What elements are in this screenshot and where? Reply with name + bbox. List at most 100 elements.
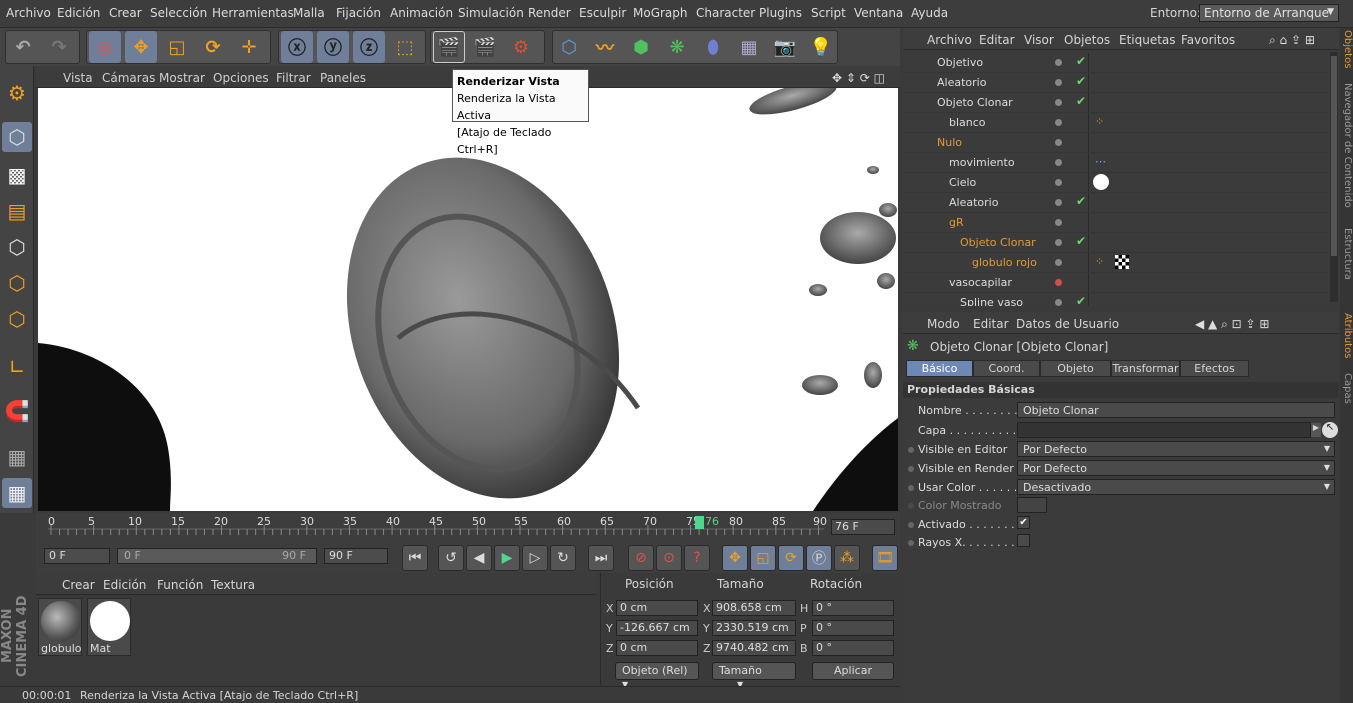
material-menu-crear[interactable]: Crear bbox=[62, 578, 95, 592]
size-z-field[interactable]: 9740.482 cm bbox=[712, 640, 796, 656]
x-axis-icon[interactable]: ⓧ bbox=[281, 31, 313, 63]
z-axis-icon[interactable]: ⓩ bbox=[353, 31, 385, 63]
next-key-icon[interactable]: ↻ bbox=[550, 545, 576, 571]
key-selection-icon[interactable]: ? bbox=[684, 545, 710, 571]
render-view-icon[interactable]: 🎬 bbox=[433, 31, 465, 63]
attribute-menu-datos-usuario[interactable]: Datos de Usuario bbox=[1016, 317, 1119, 331]
tab-coord[interactable]: Coord. bbox=[973, 360, 1040, 377]
name-input[interactable]: Objeto Clonar bbox=[1017, 402, 1335, 418]
object-menu-favoritos[interactable]: Favoritos bbox=[1181, 33, 1235, 47]
material-globulo[interactable]: globulo bbox=[38, 598, 82, 656]
menu-ayuda[interactable]: Ayuda bbox=[911, 6, 948, 20]
menu-herramientas[interactable]: Herramientas bbox=[212, 6, 294, 20]
undo-icon[interactable]: ↶ bbox=[7, 31, 39, 63]
menu-animacion[interactable]: Animación bbox=[390, 6, 453, 20]
pos-x-field[interactable]: 0 cm bbox=[616, 600, 698, 616]
pos-y-field[interactable]: -126.667 cm bbox=[616, 620, 698, 636]
expression-tag-icon[interactable]: ⋯ bbox=[1095, 155, 1106, 168]
object-row[interactable]: Objeto Clonar ✔ bbox=[903, 93, 1328, 113]
render-picture-viewer-icon[interactable]: 🎬 bbox=[469, 31, 501, 63]
menu-mograph[interactable]: MoGraph bbox=[633, 6, 688, 20]
animation-dot[interactable] bbox=[908, 540, 914, 546]
menu-ventana[interactable]: Ventana bbox=[854, 6, 903, 20]
viewport-menu-vista[interactable]: Vista bbox=[63, 71, 93, 85]
frame-range-slider[interactable]: 0 F 90 F bbox=[117, 548, 317, 564]
end-frame-field[interactable]: 90 F bbox=[324, 548, 388, 564]
material-menu-textura[interactable]: Textura bbox=[211, 578, 255, 592]
visibility-dot[interactable] bbox=[1055, 179, 1062, 186]
redo-icon[interactable]: ↷ bbox=[43, 31, 75, 63]
enabled-check-icon[interactable]: ✔ bbox=[1076, 294, 1086, 306]
object-list-scrollbar[interactable] bbox=[1330, 52, 1338, 302]
object-row[interactable]: gR bbox=[903, 213, 1328, 233]
texture-mode-icon[interactable]: ▩ bbox=[2, 160, 32, 190]
axis-mode-icon[interactable]: ∟ bbox=[2, 352, 32, 382]
timeline-window-icon[interactable]: 🎞 bbox=[872, 545, 898, 571]
object-menu-editar[interactable]: Editar bbox=[979, 33, 1015, 47]
object-list[interactable]: Objetivo ✔ Aleatorio ✔ Objeto Clonar ✔ blan… bbox=[903, 53, 1328, 306]
layout-select[interactable]: Entorno de Arranque ▼ bbox=[1199, 4, 1339, 22]
object-manager-search-icon[interactable]: ⌕ ⌂ ⇪ ⊞ bbox=[1269, 33, 1315, 48]
tab-estructura[interactable]: Estructura bbox=[1340, 228, 1353, 288]
make-editable-icon[interactable]: ⚙ bbox=[2, 78, 32, 108]
texture-tag-icon[interactable] bbox=[1115, 255, 1129, 269]
start-frame-field[interactable]: 0 F bbox=[44, 548, 110, 564]
deformer-icon[interactable]: ⬮ bbox=[697, 31, 729, 63]
xray-checkbox[interactable] bbox=[1017, 534, 1030, 547]
spline-icon[interactable]: 〰 bbox=[589, 31, 621, 63]
viewport-menu-opciones[interactable]: Opciones bbox=[213, 71, 269, 85]
floor-icon[interactable]: ▦ bbox=[733, 31, 765, 63]
menu-seleccion[interactable]: Selección bbox=[150, 6, 207, 20]
layer-field[interactable] bbox=[1017, 422, 1311, 438]
viewport-menu-paneles[interactable]: Paneles bbox=[320, 71, 366, 85]
timeline-playhead[interactable] bbox=[695, 516, 704, 529]
play-icon[interactable]: ▶ bbox=[494, 545, 520, 571]
polygons-mode-icon[interactable]: ⬡ bbox=[2, 304, 32, 334]
key-scale-icon[interactable]: ◱ bbox=[750, 545, 776, 571]
scale-icon[interactable]: ◱ bbox=[161, 31, 193, 63]
object-row[interactable]: Cielo bbox=[903, 173, 1328, 193]
viewport-nav-icons[interactable]: ✥ ⇕ ⟳ ◫ bbox=[832, 71, 885, 85]
use-color-select[interactable]: Desactivado ▼ bbox=[1017, 479, 1335, 495]
rot-b-field[interactable]: 0 ° bbox=[812, 640, 894, 656]
visibility-dot[interactable] bbox=[1055, 219, 1062, 226]
timeline[interactable]: 0 5 10 15 20 25 30 35 40 45 50 55 60 65 … bbox=[36, 513, 900, 543]
animation-dot[interactable] bbox=[908, 522, 914, 528]
animation-dot[interactable] bbox=[908, 466, 914, 472]
animation-dot[interactable] bbox=[908, 485, 914, 491]
current-frame-field[interactable]: 76 F bbox=[831, 519, 895, 535]
visibility-dot[interactable] bbox=[1055, 159, 1062, 166]
visible-editor-select[interactable]: Por Defecto ▼ bbox=[1017, 441, 1335, 457]
key-parameter-icon[interactable]: Ⓟ bbox=[806, 545, 832, 571]
tab-objetos[interactable]: Objetos bbox=[1340, 30, 1353, 70]
menu-crear[interactable]: Crear bbox=[109, 6, 142, 20]
visibility-dot[interactable] bbox=[1055, 99, 1062, 106]
tab-objeto[interactable]: Objeto bbox=[1040, 360, 1111, 377]
object-row[interactable]: Nulo bbox=[903, 133, 1328, 153]
visibility-dot[interactable] bbox=[1055, 79, 1062, 86]
visibility-dot[interactable] bbox=[1055, 259, 1062, 266]
size-mode-select[interactable]: Tamaño ▼ bbox=[712, 662, 796, 689]
object-row[interactable]: Aleatorio ✔ bbox=[903, 73, 1328, 93]
menu-script[interactable]: Script bbox=[811, 6, 846, 20]
menu-plugins[interactable]: Plugins bbox=[759, 6, 802, 20]
tab-basico[interactable]: Básico bbox=[906, 360, 973, 377]
points-mode-icon[interactable]: ⬡ bbox=[2, 232, 32, 262]
layer-arrow-icon[interactable]: ▶ bbox=[1311, 423, 1321, 437]
object-menu-archivo[interactable]: Archivo bbox=[927, 33, 972, 47]
menu-simulacion[interactable]: Simulación bbox=[458, 6, 524, 20]
subdivision-icon[interactable]: ⬢ bbox=[625, 31, 657, 63]
attribute-menu-editar[interactable]: Editar bbox=[973, 317, 1009, 331]
enabled-checkbox[interactable]: ✔ bbox=[1017, 516, 1030, 529]
enabled-check-icon[interactable]: ✔ bbox=[1076, 194, 1086, 208]
tab-navegador-contenido[interactable]: Navegador de Contenido bbox=[1340, 83, 1353, 223]
mograph-icon[interactable]: ❋ bbox=[661, 31, 693, 63]
viewport-menu-camaras[interactable]: Cámaras bbox=[102, 71, 155, 85]
goto-end-icon[interactable]: ⏭ bbox=[588, 545, 614, 571]
goto-start-icon[interactable]: ⏮ bbox=[402, 545, 428, 571]
coord-mode-select[interactable]: Objeto (Rel) ▼ bbox=[615, 662, 699, 689]
material-tag-icon[interactable]: ⁘ bbox=[1095, 115, 1104, 128]
sky-material-tag-icon[interactable] bbox=[1093, 174, 1109, 190]
display-color-swatch[interactable] bbox=[1017, 497, 1047, 513]
apply-button[interactable]: Aplicar bbox=[812, 662, 894, 680]
